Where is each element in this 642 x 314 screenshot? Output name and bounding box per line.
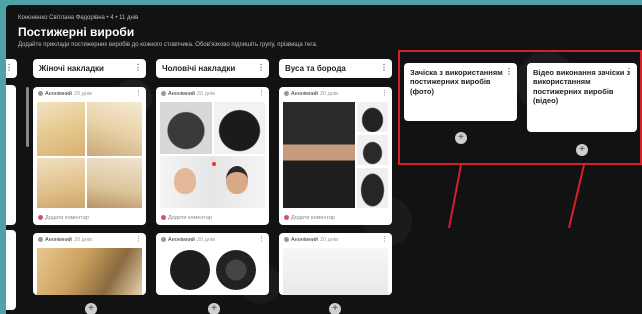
annotation-arrows (448, 164, 585, 229)
arrow-line-2 (568, 164, 585, 229)
arrow-line-1 (448, 164, 462, 229)
padlet-board: Кононенко Світлана Федорівна • 4 • 11 дн… (6, 5, 642, 314)
